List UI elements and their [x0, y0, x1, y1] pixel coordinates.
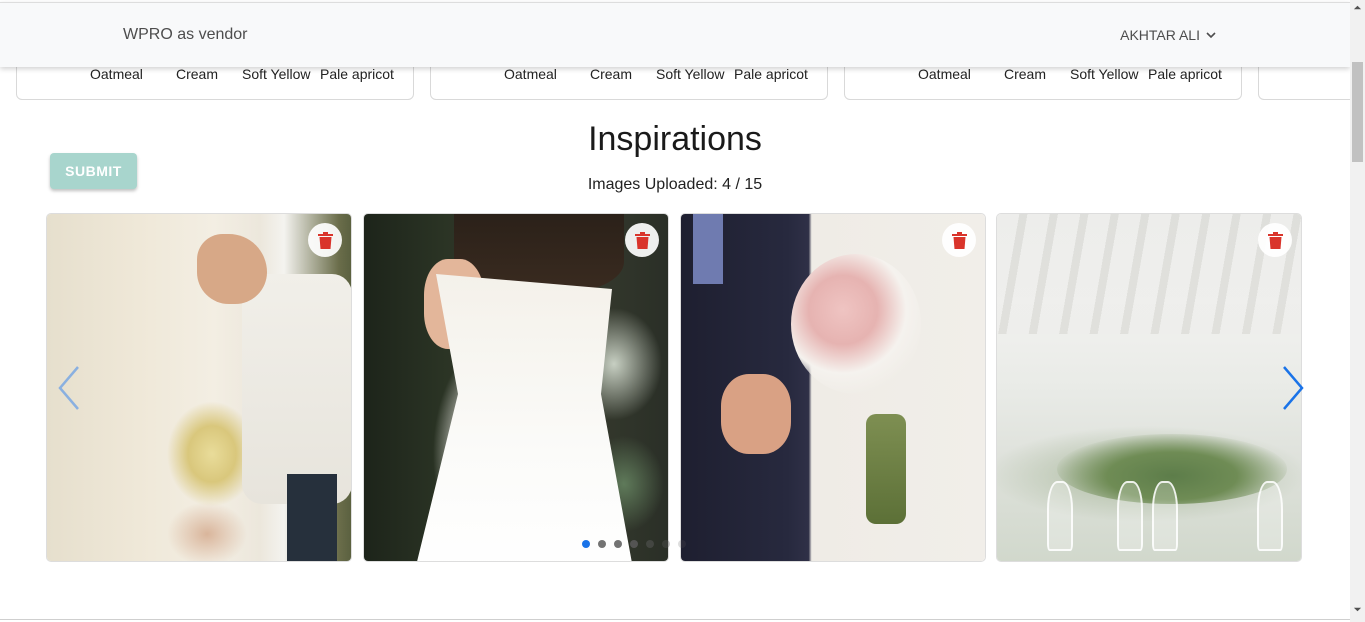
upload-counter-value: 4 / 15: [722, 176, 763, 193]
color-name: Cream: [176, 66, 219, 82]
trash-icon: [317, 231, 333, 249]
delete-image-button[interactable]: [308, 223, 342, 257]
delete-image-button[interactable]: [625, 223, 659, 257]
color-name: Oatmeal: [918, 66, 971, 82]
top-navbar: WPRO as vendor AKHTAR ALI: [0, 2, 1350, 67]
scroll-down-icon[interactable]: [1353, 605, 1362, 614]
upload-counter: Images Uploaded: 4 / 15: [0, 176, 1350, 194]
scroll-up-icon[interactable]: [1353, 3, 1362, 12]
chevron-right-icon[interactable]: [1278, 363, 1308, 413]
submit-button[interactable]: SUBMIT: [50, 153, 137, 189]
trash-icon: [1267, 231, 1283, 249]
pagination-dot[interactable]: [614, 540, 622, 548]
pagination-dot-active[interactable]: [582, 540, 590, 548]
trash-icon: [951, 231, 967, 249]
pagination-dot[interactable]: [646, 540, 654, 548]
user-name: AKHTAR ALI: [1120, 27, 1200, 43]
inspiration-carousel: [46, 213, 1304, 563]
carousel-slide[interactable]: [996, 213, 1302, 562]
delete-image-button[interactable]: [1258, 223, 1292, 257]
color-name: Pale apricot: [734, 66, 808, 82]
user-menu-dropdown[interactable]: AKHTAR ALI: [1120, 27, 1216, 43]
scroll-thumb[interactable]: [1352, 62, 1363, 162]
color-name: Oatmeal: [504, 66, 557, 82]
carousel-pagination: [582, 540, 686, 548]
color-name: Pale apricot: [320, 66, 394, 82]
chevron-left-icon[interactable]: [54, 363, 84, 413]
divider: [0, 619, 1350, 620]
color-name: Soft Yellow: [1070, 66, 1139, 82]
pagination-dot[interactable]: [630, 540, 638, 548]
trash-icon: [634, 231, 650, 249]
bride-white-dress-photo: [364, 214, 668, 561]
page: Oatmeal Cream Soft Yellow Pale apricot O…: [0, 0, 1365, 622]
upload-counter-label: Images Uploaded:: [587, 176, 718, 193]
pagination-dot[interactable]: [678, 540, 686, 548]
color-name: Pale apricot: [1148, 66, 1222, 82]
groom-bride-photo: [681, 214, 985, 561]
page-title: Inspirations: [588, 120, 762, 158]
color-name: Oatmeal: [90, 66, 143, 82]
delete-image-button[interactable]: [942, 223, 976, 257]
pagination-dot[interactable]: [598, 540, 606, 548]
chevron-down-icon: [1206, 32, 1216, 39]
color-name: Soft Yellow: [656, 66, 725, 82]
carousel-slide[interactable]: [363, 213, 669, 562]
color-name: Cream: [590, 66, 633, 82]
pagination-dot[interactable]: [662, 540, 670, 548]
brand-link[interactable]: WPRO as vendor: [123, 26, 247, 44]
vertical-scrollbar[interactable]: [1350, 0, 1365, 622]
color-name: Soft Yellow: [242, 66, 311, 82]
carousel-slide[interactable]: [680, 213, 986, 562]
carousel-slide[interactable]: [46, 213, 352, 562]
wedding-table-photo: [997, 214, 1301, 561]
bride-bouquet-photo: [47, 214, 351, 561]
color-name: Cream: [1004, 66, 1047, 82]
